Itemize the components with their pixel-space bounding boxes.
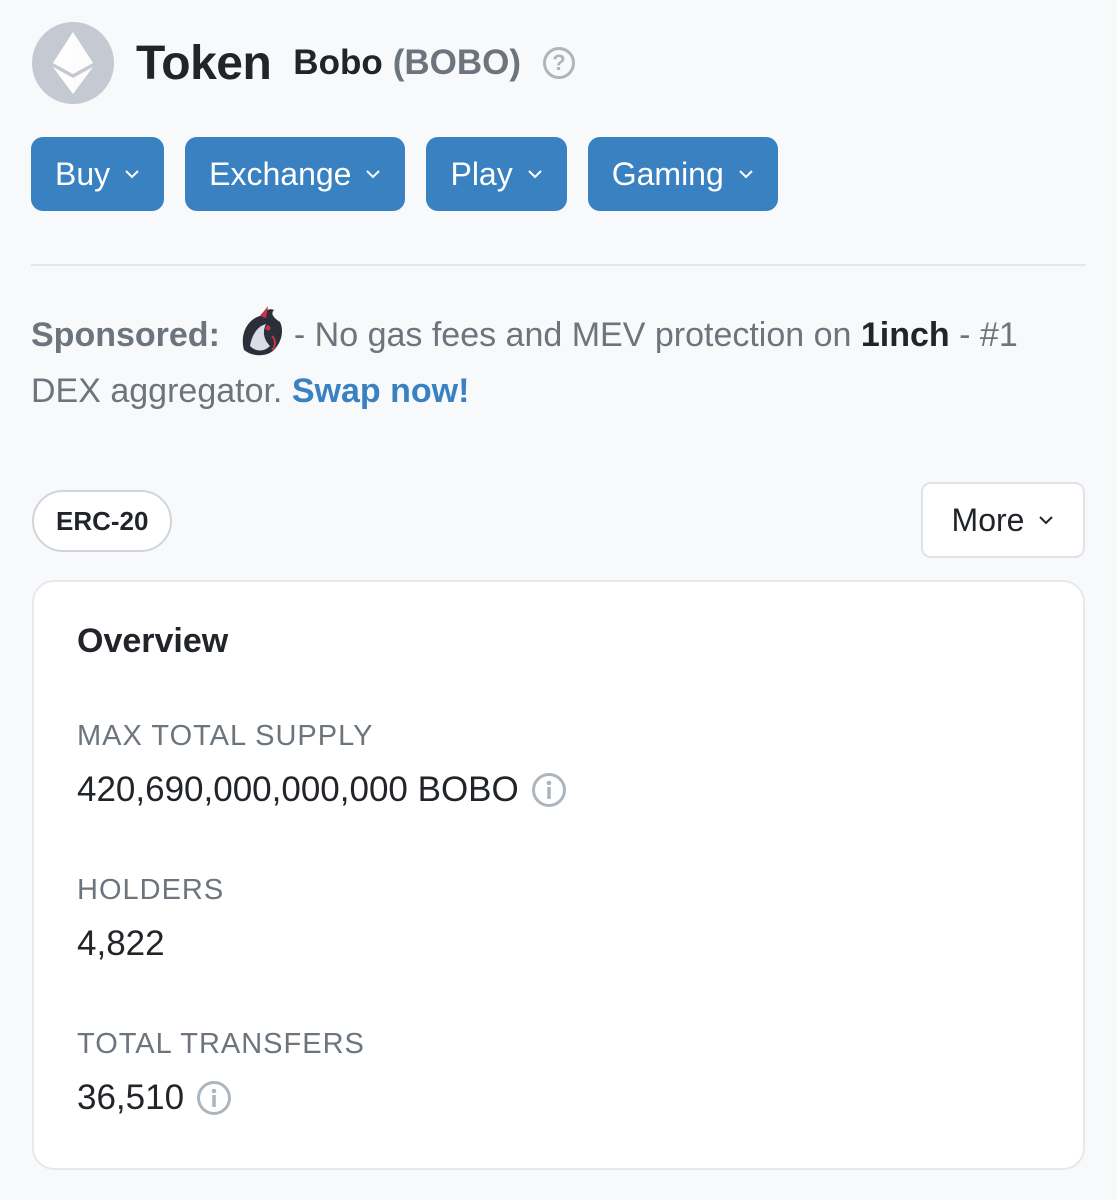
sponsored-text-before: - No gas fees and MEV protection on — [293, 316, 852, 354]
swap-now-link[interactable]: Swap now! — [292, 372, 470, 410]
page-title: Token — [136, 36, 272, 90]
gaming-button-label: Gaming — [611, 155, 724, 192]
info-icon[interactable] — [531, 772, 567, 808]
ethereum-icon — [32, 22, 114, 104]
max-total-supply-row: 420,690,000,000,000 BOBO — [77, 770, 567, 810]
sponsor-partner-name: 1inch — [860, 316, 950, 354]
max-total-supply-label: MAX TOTAL SUPPLY — [77, 720, 374, 752]
info-icon[interactable] — [196, 1080, 232, 1116]
chevron-down-icon — [1039, 516, 1054, 525]
more-button-label: More — [951, 501, 1025, 538]
unicorn-logo-icon — [242, 306, 282, 356]
total-transfers-row: 36,510 — [77, 1078, 232, 1118]
max-total-supply-value: 420,690,000,000,000 BOBO — [77, 770, 519, 809]
holders-label: HOLDERS — [77, 874, 225, 906]
exchange-button-label: Exchange — [209, 155, 352, 192]
play-button-label: Play — [450, 155, 513, 192]
page-header: Token Bobo (BOBO) ? — [32, 22, 576, 104]
action-button-row: Buy Exchange Play Gaming — [31, 137, 799, 211]
token-standard-badge: ERC-20 — [32, 490, 173, 552]
buy-button[interactable]: Buy — [31, 137, 165, 211]
chevron-down-icon — [739, 170, 753, 179]
more-button[interactable]: More — [921, 482, 1085, 558]
help-icon[interactable]: ? — [543, 47, 576, 79]
sponsored-banner: Sponsored: - No gas fees and MEV protect… — [31, 306, 1086, 419]
chevron-down-icon — [366, 170, 381, 179]
token-symbol: (BOBO) — [392, 43, 522, 82]
token-name: Bobo — [293, 43, 383, 82]
play-button[interactable]: Play — [426, 137, 567, 211]
total-transfers-value: 36,510 — [77, 1078, 185, 1117]
chevron-down-icon — [528, 170, 542, 179]
buy-button-label: Buy — [55, 155, 111, 192]
chevron-down-icon — [125, 170, 139, 179]
holders-value: 4,822 — [77, 924, 165, 963]
overview-title: Overview — [77, 622, 229, 660]
total-transfers-label: TOTAL TRANSFERS — [77, 1028, 365, 1060]
sponsored-label: Sponsored: — [31, 316, 220, 354]
overview-card: Overview MAX TOTAL SUPPLY 420,690,000,00… — [32, 580, 1085, 1170]
exchange-button[interactable]: Exchange — [185, 137, 406, 211]
divider — [31, 264, 1086, 266]
gaming-button[interactable]: Gaming — [587, 137, 778, 211]
